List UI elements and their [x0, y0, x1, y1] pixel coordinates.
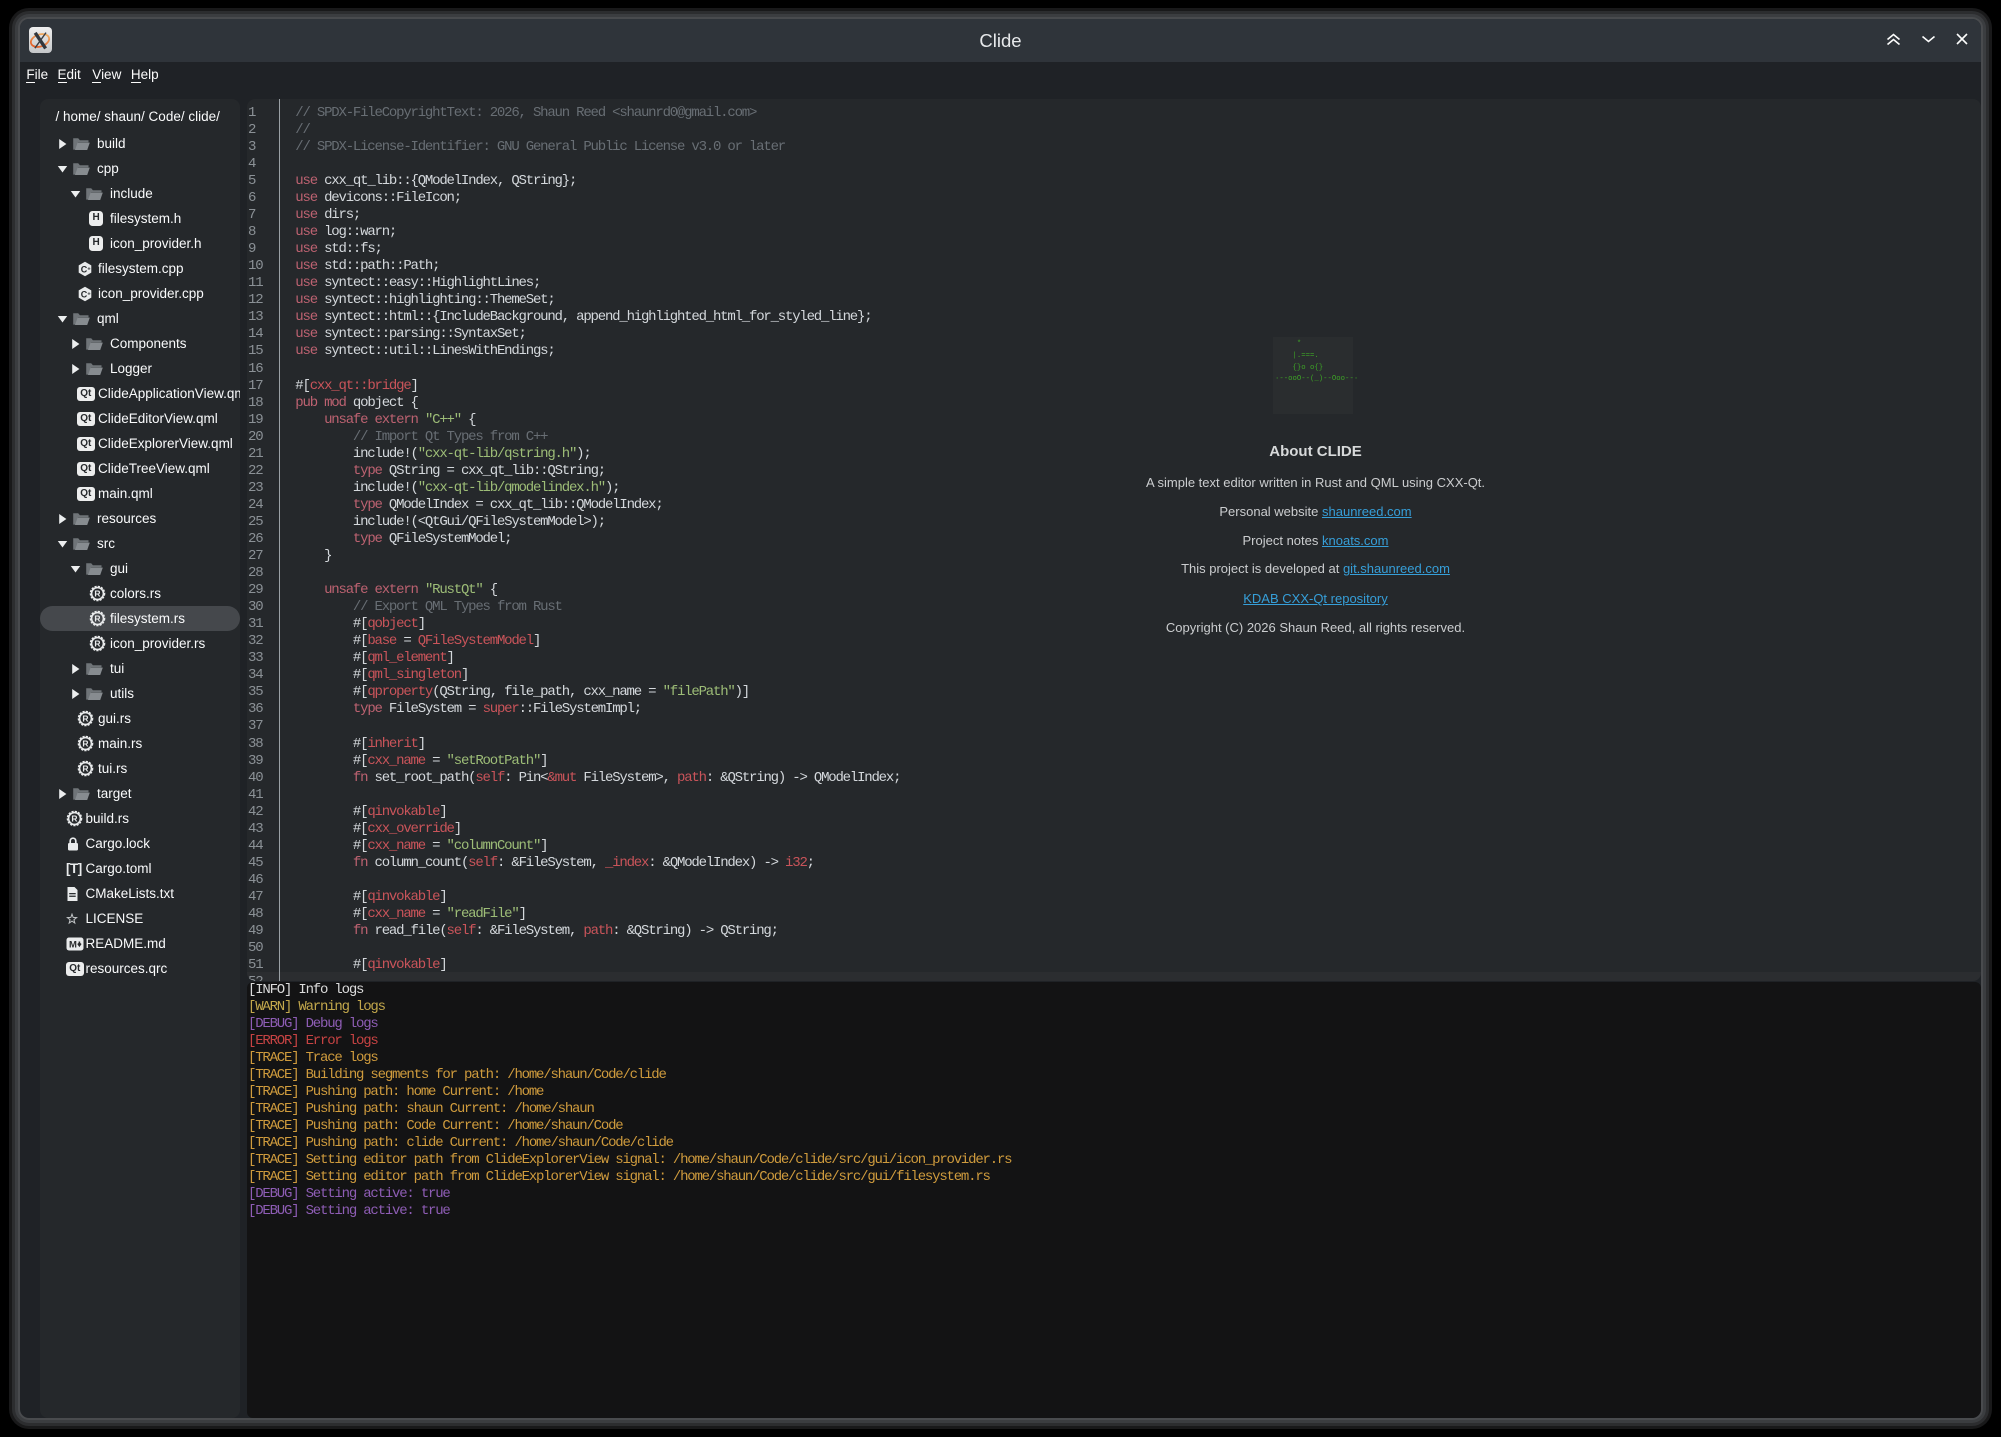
svg-text:R: R	[94, 614, 100, 624]
svg-text:R: R	[94, 589, 100, 599]
svg-text:R: R	[82, 764, 88, 774]
svg-text:R: R	[94, 639, 100, 649]
svg-text:M: M	[69, 939, 77, 950]
svg-text:R: R	[82, 714, 88, 724]
svg-text:+: +	[87, 266, 90, 272]
svg-text:R: R	[82, 739, 88, 749]
svg-text:+: +	[87, 291, 90, 297]
svg-text:R: R	[71, 814, 77, 824]
